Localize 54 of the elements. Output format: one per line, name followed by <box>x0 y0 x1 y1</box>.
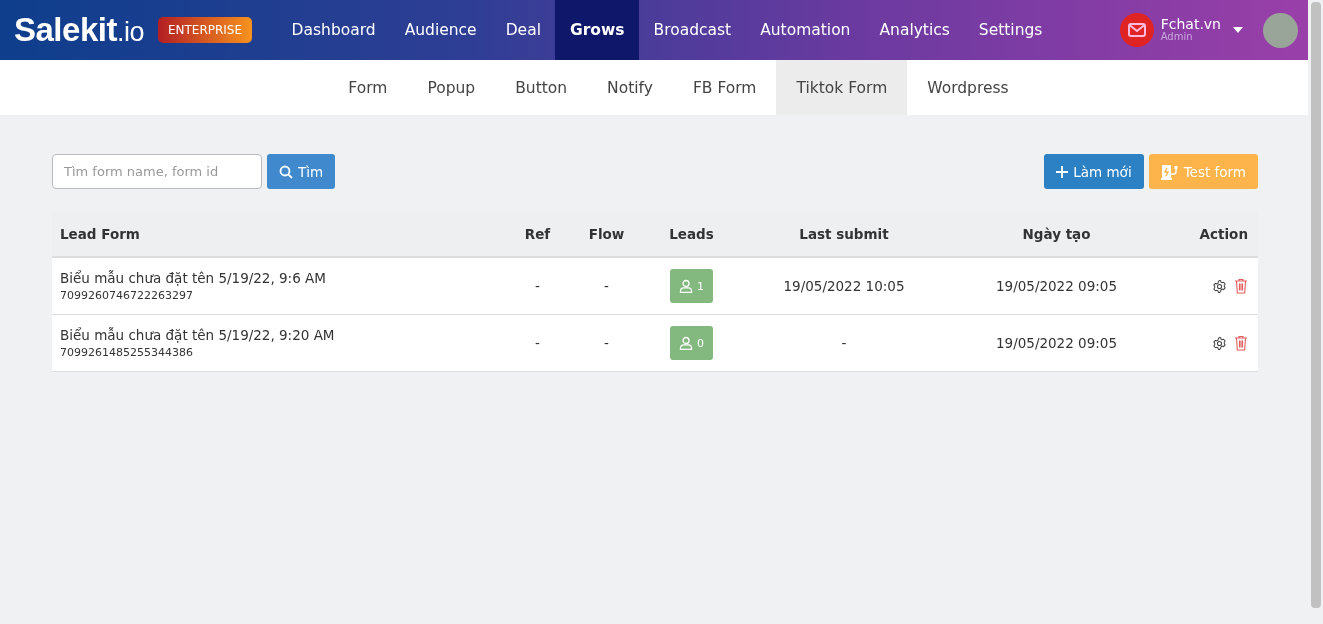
table-cell: 19/05/2022 09:05 <box>996 278 1117 294</box>
column-header: Ref <box>524 225 551 242</box>
table-cell: 19/05/2022 10:05 <box>783 278 905 294</box>
table-cell: - <box>535 278 540 294</box>
column-header: Ngày tạo <box>1022 225 1091 242</box>
nav-tab[interactable]: Automation <box>745 0 865 60</box>
account-role: Admin <box>1160 32 1194 43</box>
delete-icon[interactable] <box>1234 335 1248 351</box>
account-name[interactable]: Fchat.vn <box>1160 17 1221 33</box>
table-cell: - <box>604 278 609 294</box>
charger-icon <box>1160 163 1179 180</box>
column-header: Flow <box>588 225 625 242</box>
table-cell: - <box>841 335 847 351</box>
form-name: Biểu mẫu chưa đặt tên 5/19/22, 9:6 AM <box>60 270 327 286</box>
sub-tab[interactable]: Popup <box>407 60 496 115</box>
settings-icon[interactable] <box>1212 335 1227 351</box>
avatar[interactable] <box>1263 12 1298 48</box>
new-button[interactable]: Làm mới <box>1044 154 1144 189</box>
sub-tab[interactable]: FB Form <box>672 60 777 115</box>
nav-tab[interactable]: Settings <box>964 0 1057 60</box>
sub-tab[interactable]: Wordpress <box>907 60 1029 115</box>
search-field[interactable]: Tìm form name, form id <box>52 154 262 189</box>
column-header: Lead Form <box>60 225 140 242</box>
sub-tab[interactable]: Notify <box>587 60 673 115</box>
search-icon <box>279 164 293 179</box>
form-name: Biểu mẫu chưa đặt tên 5/19/22, 9:20 AM <box>60 327 336 343</box>
column-header: Leads <box>669 225 714 242</box>
settings-icon[interactable] <box>1212 278 1227 294</box>
table-cell: - <box>604 335 609 351</box>
sub-tab[interactable]: Button <box>495 60 588 115</box>
table-cell: - <box>535 335 540 351</box>
delete-icon[interactable] <box>1234 278 1248 294</box>
user-icon <box>679 279 693 293</box>
sub-tab[interactable]: Tiktok Form <box>776 60 908 115</box>
column-header: Action <box>1199 225 1248 242</box>
table-cell: 19/05/2022 09:05 <box>996 335 1117 351</box>
plan-badge: ENTERPRISE <box>157 17 253 43</box>
nav-tab[interactable]: Deal <box>491 0 556 60</box>
nav-tab[interactable]: Dashboard <box>277 0 391 60</box>
form-id: 7099261485255344386 <box>60 346 194 359</box>
mail-icon[interactable] <box>1119 13 1154 47</box>
nav-tab[interactable]: Broadcast <box>639 0 746 60</box>
nav-tab[interactable]: Audience <box>390 0 492 60</box>
nav-tab[interactable]: Grows <box>555 0 639 60</box>
user-icon <box>679 336 693 350</box>
nav-tab[interactable]: Analytics <box>864 0 965 60</box>
sub-tab[interactable]: Form <box>328 60 408 115</box>
search-button[interactable]: Tìm <box>267 154 336 189</box>
scrollbar[interactable] <box>1311 2 1321 608</box>
form-id: 7099260746722263297 <box>60 289 194 302</box>
column-header: Last submit <box>799 225 889 242</box>
caret-icon[interactable] <box>1232 26 1244 34</box>
plus-icon <box>1056 165 1069 178</box>
logo[interactable]: Salekit.io <box>14 11 144 49</box>
